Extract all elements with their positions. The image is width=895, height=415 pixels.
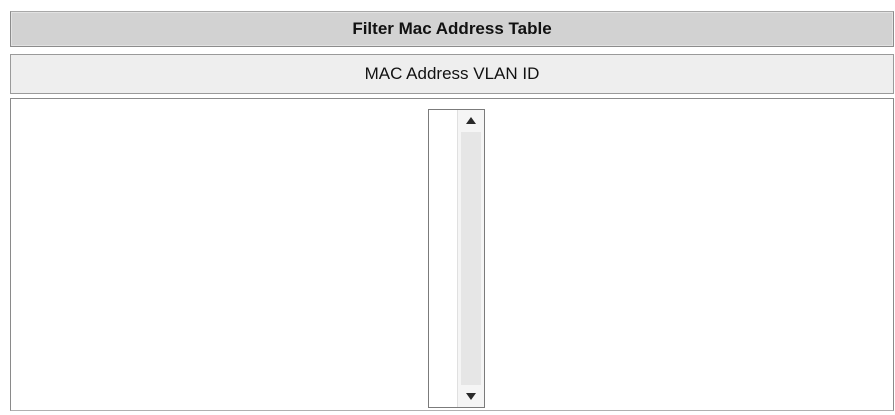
- triangle-up-icon: [466, 117, 476, 124]
- table-title: Filter Mac Address Table: [10, 11, 894, 47]
- column-header: MAC Address VLAN ID: [10, 54, 894, 94]
- filter-mac-address-panel: Filter Mac Address Table MAC Address VLA…: [10, 11, 895, 411]
- scroll-track[interactable]: [461, 132, 481, 385]
- scroll-down-button[interactable]: [458, 385, 484, 407]
- vertical-scrollbar[interactable]: [457, 110, 484, 407]
- mac-address-listbox[interactable]: [428, 109, 485, 408]
- table-body: [10, 98, 894, 411]
- scroll-up-button[interactable]: [458, 110, 484, 132]
- triangle-down-icon: [466, 393, 476, 400]
